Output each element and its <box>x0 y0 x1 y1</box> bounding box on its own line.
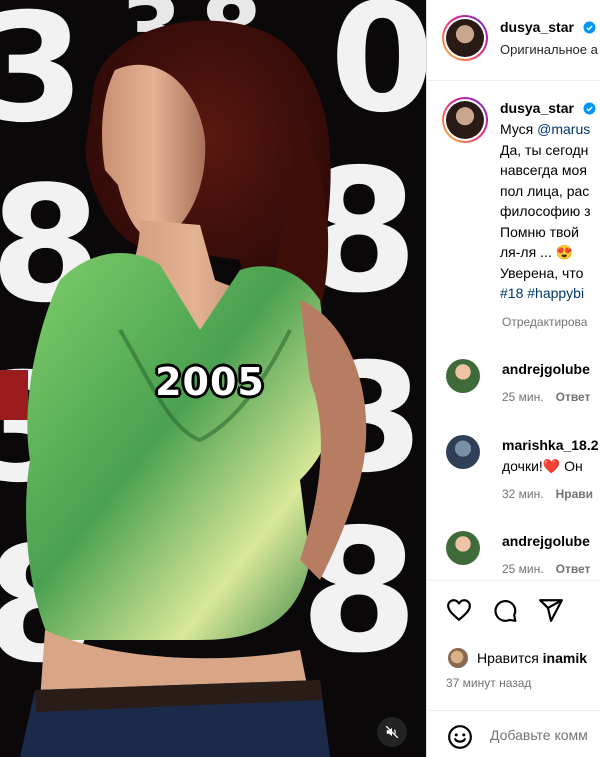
caption-line: философию з <box>500 203 591 219</box>
caption-line: навсегда моя <box>500 162 587 178</box>
add-comment-divider <box>426 710 600 711</box>
author-avatar[interactable] <box>442 15 488 61</box>
heart-icon <box>447 599 471 621</box>
comment-button[interactable] <box>491 596 519 624</box>
comment-username[interactable]: marishka_18.2 <box>502 437 599 453</box>
caption-line: Да, ты сегодн <box>500 141 589 158</box>
year-overlay: 2005 <box>155 360 265 404</box>
paper-plane-icon <box>539 599 563 622</box>
comment-meta: 25 мин. Ответ <box>502 390 590 404</box>
caption-line: Муся @marus <box>500 121 591 137</box>
comment-time: 25 мин. <box>502 562 544 576</box>
caption-line: Помню твой <box>500 223 579 240</box>
caption-line: ля-ля ... 😍 <box>500 244 574 260</box>
post-time-ago[interactable]: 37 минут назад <box>446 676 531 690</box>
reply-button[interactable]: Ответ <box>556 562 591 576</box>
comment-username[interactable]: andrejgolube <box>502 361 590 377</box>
comment-text: дочки!❤️ Он <box>502 458 583 474</box>
caption-author-avatar[interactable] <box>442 97 488 143</box>
svg-text:0: 0 <box>330 0 426 146</box>
add-comment-input[interactable] <box>490 727 600 743</box>
comment-bubble-icon <box>494 599 517 622</box>
comment-username[interactable]: andrejgolube <box>502 533 590 549</box>
caption-username[interactable]: dusya_star <box>500 100 574 116</box>
post-media[interactable]: 3 8 3 8 0 8 3 8 3 8 2005 <box>0 0 426 757</box>
comment-time: 32 мин. <box>502 487 544 501</box>
hashtag-links[interactable]: #18 #happybi <box>500 283 591 304</box>
speaker-muted-icon <box>385 725 399 739</box>
comment-avatar[interactable] <box>446 531 480 565</box>
share-button[interactable] <box>537 596 565 624</box>
comment-avatar[interactable] <box>446 435 480 469</box>
comment-meta: 25 мин. Ответ <box>502 562 590 576</box>
verified-badge-icon <box>583 102 596 115</box>
verified-badge-icon <box>583 21 596 34</box>
like-button[interactable] <box>445 596 473 624</box>
caption-line: Уверена, что <box>500 264 584 281</box>
comment-time: 25 мин. <box>502 390 544 404</box>
like-comment-button[interactable]: Нрави <box>556 487 593 501</box>
smiley-icon <box>448 725 472 749</box>
audio-subtitle[interactable]: Оригинальное а <box>500 42 598 57</box>
caption-line: пол лица, рас <box>500 182 590 199</box>
liker-username[interactable]: inamik <box>543 650 587 666</box>
caption-text: Муся @marus Да, ты сегодн навсегда моя п… <box>500 119 591 304</box>
author-username[interactable]: dusya_star <box>500 19 574 35</box>
liker-avatar[interactable] <box>446 646 470 670</box>
reply-button[interactable]: Ответ <box>556 390 591 404</box>
edited-label: Отредактирова <box>502 315 588 329</box>
actions-divider <box>426 580 600 581</box>
mention-link[interactable]: @marus <box>537 121 590 137</box>
comment-avatar[interactable] <box>446 359 480 393</box>
likes-summary[interactable]: Нравится inamik <box>477 650 587 666</box>
comment-meta: 32 мин. Нрави <box>502 487 593 501</box>
svg-text:3: 3 <box>0 0 84 156</box>
emoji-button[interactable] <box>446 723 474 751</box>
mute-toggle-button[interactable] <box>377 717 407 747</box>
